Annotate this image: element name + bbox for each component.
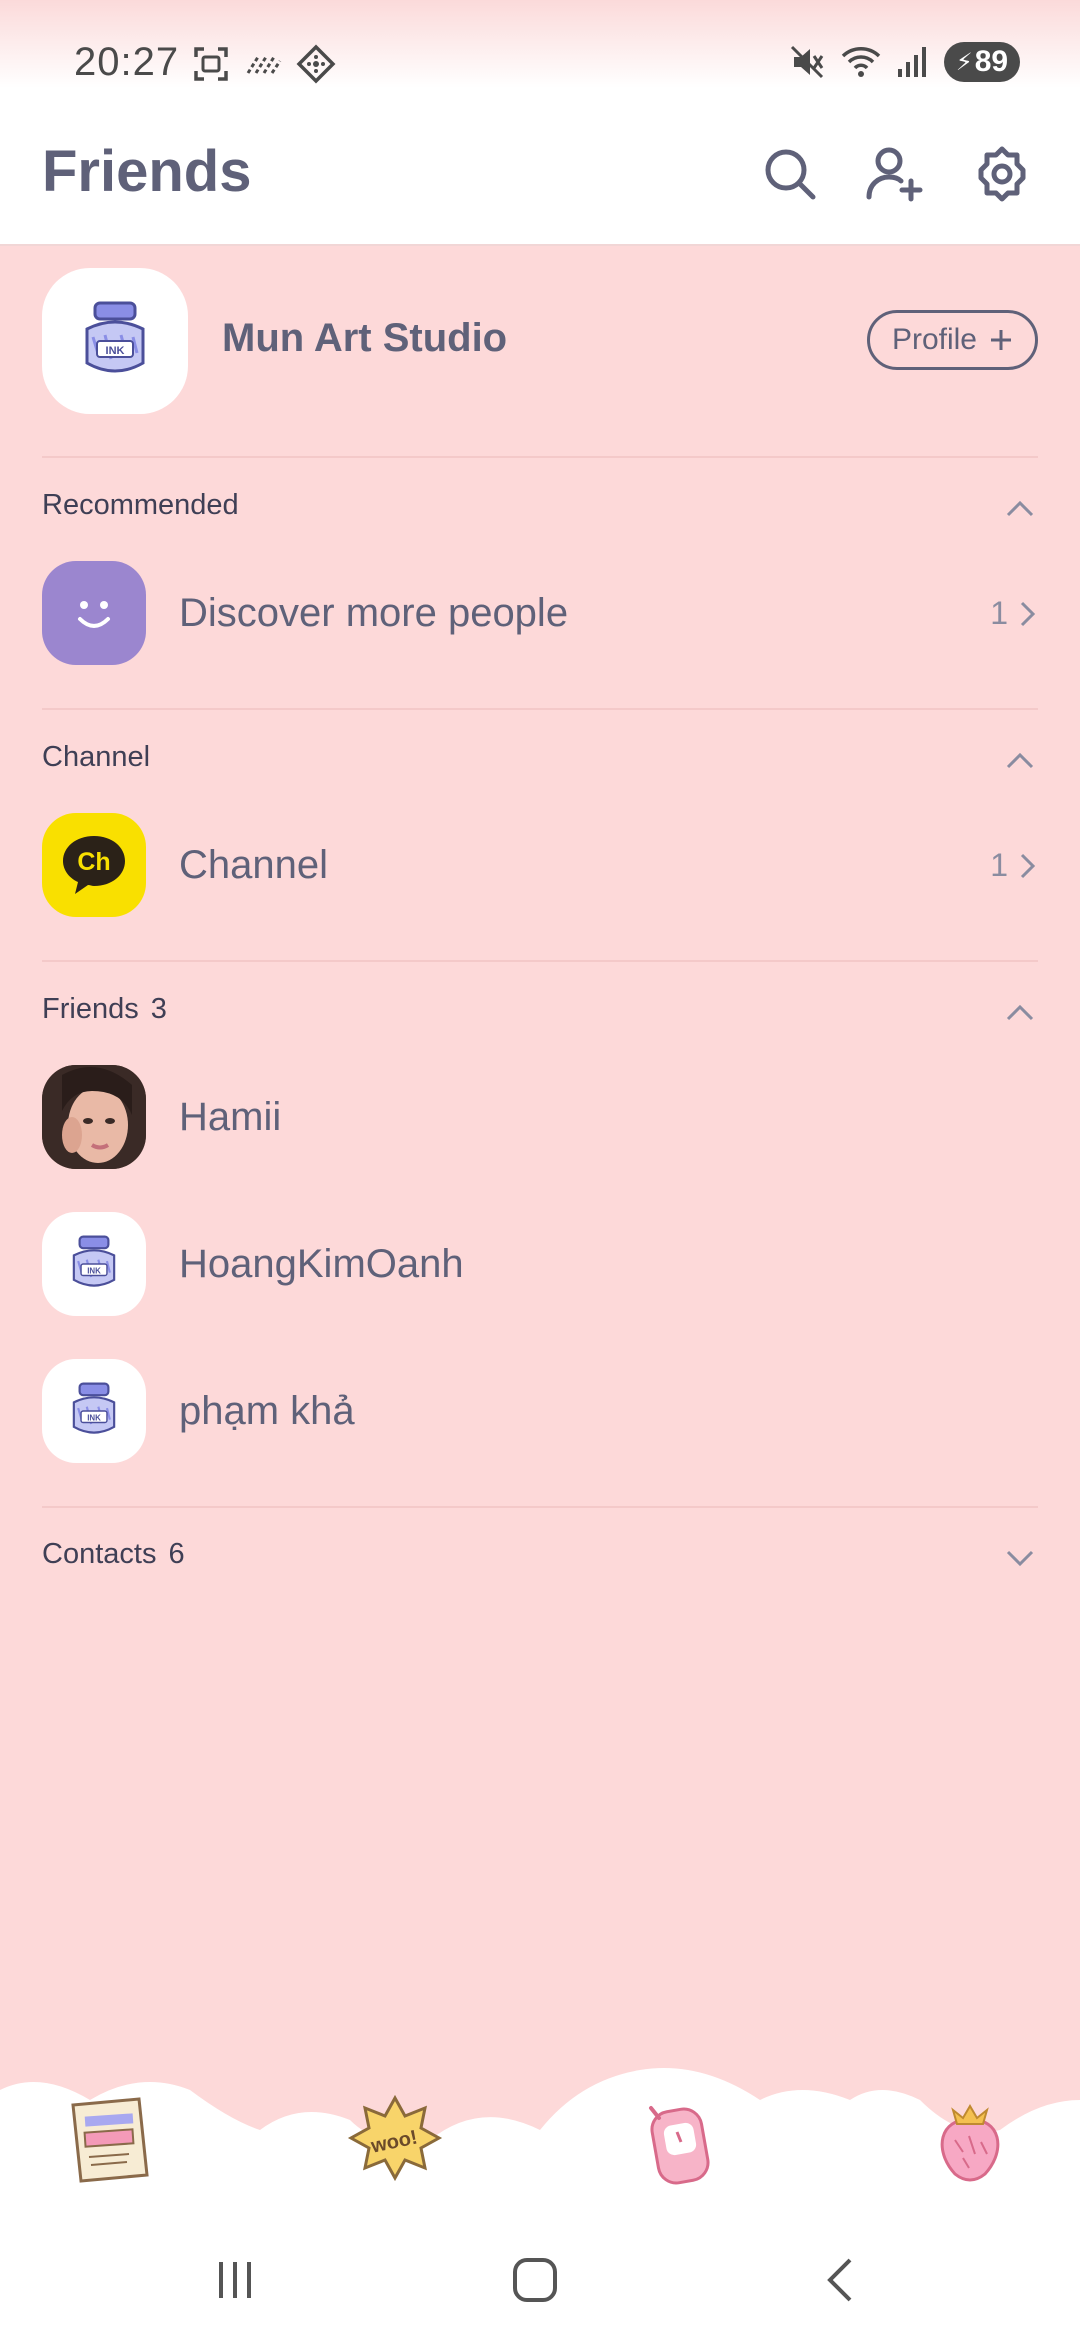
friend-row[interactable]: INK HoangKimOanh bbox=[0, 1212, 1080, 1322]
count-value: 1 bbox=[990, 595, 1008, 631]
smiley-icon bbox=[78, 601, 110, 628]
system-nav-bar bbox=[0, 2220, 1080, 2340]
home-icon bbox=[513, 2258, 557, 2302]
home-button[interactable] bbox=[500, 2250, 570, 2310]
count-value: 1 bbox=[990, 847, 1008, 883]
data-icon bbox=[246, 56, 282, 74]
mute-icon bbox=[790, 45, 824, 79]
search-button[interactable] bbox=[758, 142, 822, 206]
tab-friends[interactable] bbox=[60, 2090, 160, 2190]
status-bar: 20:27 ⚡ 89 bbox=[0, 30, 1080, 100]
battery-level: 89 bbox=[974, 45, 1009, 78]
ink-label: INK bbox=[87, 1413, 101, 1422]
section-title-text: Friends bbox=[42, 993, 139, 1025]
ink-bottle-icon: INK bbox=[85, 301, 145, 373]
chevron-up-icon[interactable] bbox=[1002, 743, 1038, 779]
friend-row[interactable]: INK phạm khả bbox=[0, 1359, 1080, 1469]
cloud-background bbox=[0, 2068, 1080, 2240]
section-count: 3 bbox=[150, 993, 167, 1025]
chevron-right-icon bbox=[1020, 853, 1036, 878]
ink-label: INK bbox=[106, 345, 125, 357]
top-bar: 20:27 ⚡ 89 Friends bbox=[0, 0, 1080, 246]
person-photo-icon bbox=[42, 1065, 146, 1169]
friend-name: HoangKimOanh bbox=[179, 1242, 464, 1286]
ink-bottle-icon: INK bbox=[72, 1235, 116, 1287]
tab-shopping[interactable] bbox=[920, 2090, 1020, 2190]
section-header-contacts[interactable]: Contacts 6 bbox=[42, 1532, 1038, 1582]
divider bbox=[42, 708, 1038, 710]
list-item-label: Channel bbox=[179, 843, 329, 887]
search-icon bbox=[765, 149, 816, 200]
divider bbox=[42, 456, 1038, 458]
channel-icon: Ch bbox=[63, 836, 125, 894]
discover-avatar bbox=[42, 561, 146, 665]
chevron-right-icon bbox=[1020, 601, 1036, 626]
flip-phone-icon bbox=[649, 2106, 710, 2185]
friend-avatar: INK bbox=[42, 1359, 146, 1463]
profile-button[interactable]: Profile bbox=[866, 310, 1038, 370]
list-item-channel[interactable]: Ch Channel 1 bbox=[0, 813, 1080, 923]
list-item-discover[interactable]: Discover more people 1 bbox=[0, 561, 1080, 671]
my-profile-row[interactable]: INK Mun Art Studio Profile bbox=[0, 268, 1080, 418]
section-header-friends[interactable]: Friends 3 bbox=[42, 987, 1038, 1037]
signal-icon bbox=[898, 47, 926, 77]
notebook-icon bbox=[71, 2097, 149, 2183]
chevron-up-icon[interactable] bbox=[1002, 491, 1038, 527]
vpn-icon bbox=[296, 44, 336, 84]
tab-openchat[interactable] bbox=[630, 2090, 730, 2190]
back-icon bbox=[827, 2258, 852, 2302]
friend-name: phạm khả bbox=[179, 1389, 355, 1433]
section-title-text: Contacts bbox=[42, 1538, 157, 1570]
wifi-icon bbox=[841, 47, 881, 77]
chevron-up-icon[interactable] bbox=[1002, 995, 1038, 1031]
plus-icon bbox=[991, 330, 1011, 350]
profile-name: Mun Art Studio bbox=[222, 316, 508, 360]
chevron-down-icon[interactable] bbox=[1002, 1540, 1038, 1576]
profile-button-label: Profile bbox=[891, 323, 977, 356]
channel-icon-text: Ch bbox=[77, 848, 110, 876]
section-title-recommended: Recommended bbox=[42, 489, 239, 521]
profile-avatar[interactable]: INK bbox=[42, 268, 188, 414]
item-count: 1 bbox=[990, 595, 1038, 632]
divider bbox=[42, 960, 1038, 962]
charging-icon: ⚡ bbox=[955, 48, 973, 76]
section-count: 6 bbox=[168, 1538, 185, 1570]
status-time: 20:27 bbox=[74, 40, 180, 84]
recent-apps-icon bbox=[219, 2262, 251, 2298]
section-header-channel[interactable]: Channel bbox=[42, 735, 1038, 785]
divider bbox=[42, 1506, 1038, 1508]
item-count: 1 bbox=[990, 847, 1038, 884]
list-item-label: Discover more people bbox=[179, 591, 569, 635]
friend-row[interactable]: Hamii bbox=[0, 1065, 1080, 1175]
section-header-recommended[interactable]: Recommended bbox=[42, 483, 1038, 533]
bottom-tab-bar: woo! bbox=[0, 2060, 1080, 2240]
settings-button[interactable] bbox=[970, 142, 1034, 206]
friend-name: Hamii bbox=[179, 1095, 282, 1139]
tab-chats[interactable]: woo! bbox=[345, 2090, 445, 2190]
back-button[interactable] bbox=[805, 2250, 875, 2310]
section-title-friends: Friends 3 bbox=[42, 993, 167, 1026]
page-title: Friends bbox=[42, 139, 252, 204]
section-title-contacts: Contacts 6 bbox=[42, 1538, 185, 1571]
add-friend-button[interactable] bbox=[862, 142, 926, 206]
screenshot-icon bbox=[194, 47, 228, 81]
recent-apps-button[interactable] bbox=[200, 2250, 270, 2310]
ink-label: INK bbox=[87, 1266, 101, 1275]
ink-bottle-icon: INK bbox=[72, 1382, 116, 1434]
strawberry-icon bbox=[940, 2104, 1000, 2182]
channel-avatar: Ch bbox=[42, 813, 146, 917]
battery-icon: ⚡ 89 bbox=[944, 42, 1020, 82]
friend-avatar: INK bbox=[42, 1212, 146, 1316]
friend-avatar-photo bbox=[42, 1065, 146, 1169]
section-title-channel: Channel bbox=[42, 741, 151, 773]
woo-sticker-icon: woo! bbox=[347, 2094, 443, 2182]
settings-icon bbox=[978, 146, 1026, 202]
header: Friends bbox=[0, 130, 1080, 220]
add-friend-icon bbox=[866, 147, 923, 202]
